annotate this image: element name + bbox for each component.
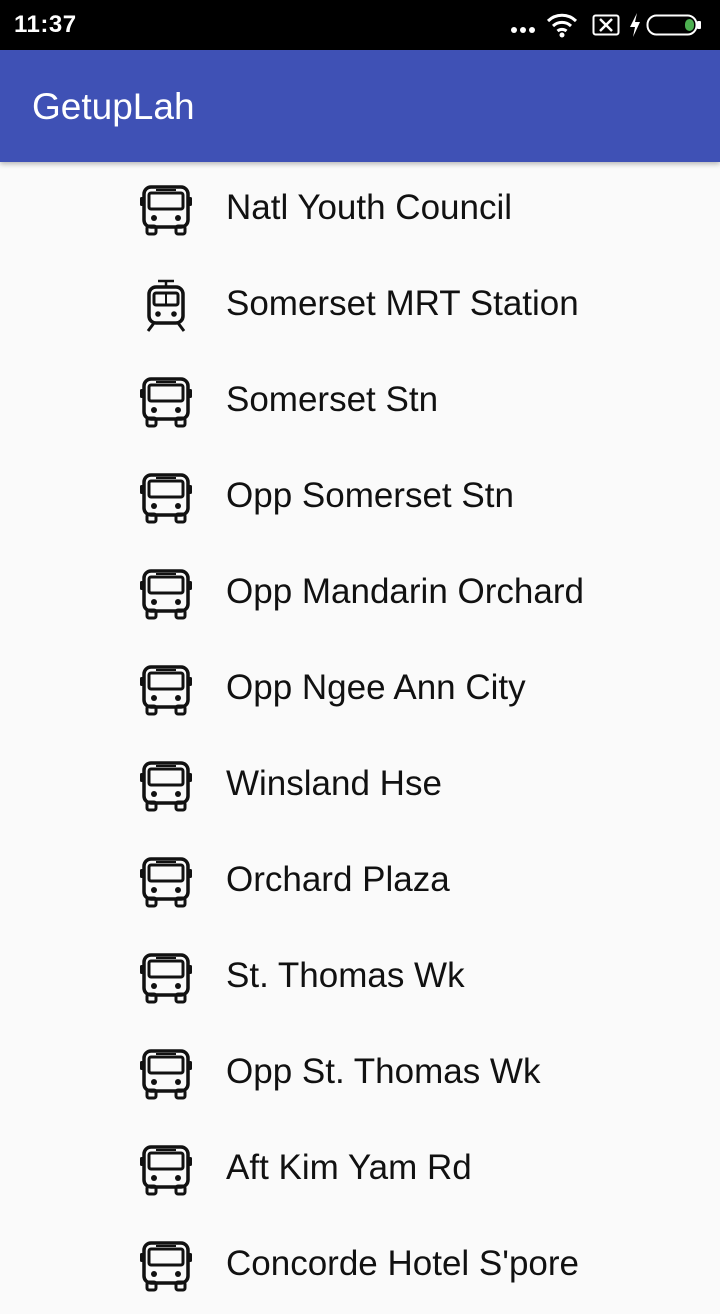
more-dots-icon (511, 27, 535, 33)
list-item[interactable]: Concorde Hotel S'pore (0, 1218, 720, 1314)
list-item[interactable]: Somerset Stn (0, 354, 720, 450)
stop-name: Opp Mandarin Orchard (226, 572, 584, 611)
list-item[interactable]: St. Thomas Wk (0, 930, 720, 1026)
bus-icon (138, 1046, 194, 1102)
stop-name: Opp St. Thomas Wk (226, 1052, 541, 1091)
battery-icon (646, 14, 701, 36)
stop-name: Natl Youth Council (226, 188, 513, 227)
stop-name: Opp Somerset Stn (226, 476, 514, 515)
bus-stop-list[interactable]: Natl Youth Council Somerset MRT Station … (0, 162, 720, 1314)
list-item[interactable]: Aft Kim Yam Rd (0, 1122, 720, 1218)
list-item[interactable]: Opp Somerset Stn (0, 450, 720, 546)
bus-icon (138, 470, 194, 526)
stop-name: Opp Ngee Ann City (226, 668, 526, 707)
no-sim-icon (592, 14, 620, 36)
charging-icon (630, 13, 640, 37)
stop-name: Aft Kim Yam Rd (226, 1148, 472, 1187)
list-item[interactable]: Opp Ngee Ann City (0, 642, 720, 738)
stop-name: Somerset MRT Station (226, 284, 579, 323)
bus-icon (138, 566, 194, 622)
stop-name: Somerset Stn (226, 380, 439, 419)
app-bar: GetupLah (0, 50, 720, 162)
list-item[interactable]: Natl Youth Council (0, 162, 720, 258)
bus-icon (138, 854, 194, 910)
list-item[interactable]: Opp Mandarin Orchard (0, 546, 720, 642)
stop-name: Orchard Plaza (226, 860, 450, 899)
app-title: GetupLah (32, 86, 195, 127)
train-icon (138, 278, 194, 334)
bus-icon (138, 182, 194, 238)
status-time: 11:37 (14, 11, 77, 38)
bus-icon (138, 758, 194, 814)
status-bar: 11:37 (0, 0, 720, 50)
stop-name: St. Thomas Wk (226, 956, 465, 995)
stop-name: Winsland Hse (226, 764, 442, 803)
wifi-icon (546, 13, 578, 38)
bus-icon (138, 1238, 194, 1294)
bus-icon (138, 950, 194, 1006)
bus-icon (138, 1142, 194, 1198)
bus-icon (138, 662, 194, 718)
list-item[interactable]: Opp St. Thomas Wk (0, 1026, 720, 1122)
list-item[interactable]: Somerset MRT Station (0, 258, 720, 354)
list-item[interactable]: Winsland Hse (0, 738, 720, 834)
bus-icon (138, 374, 194, 430)
stop-name: Concorde Hotel S'pore (226, 1244, 579, 1283)
list-item[interactable]: Orchard Plaza (0, 834, 720, 930)
